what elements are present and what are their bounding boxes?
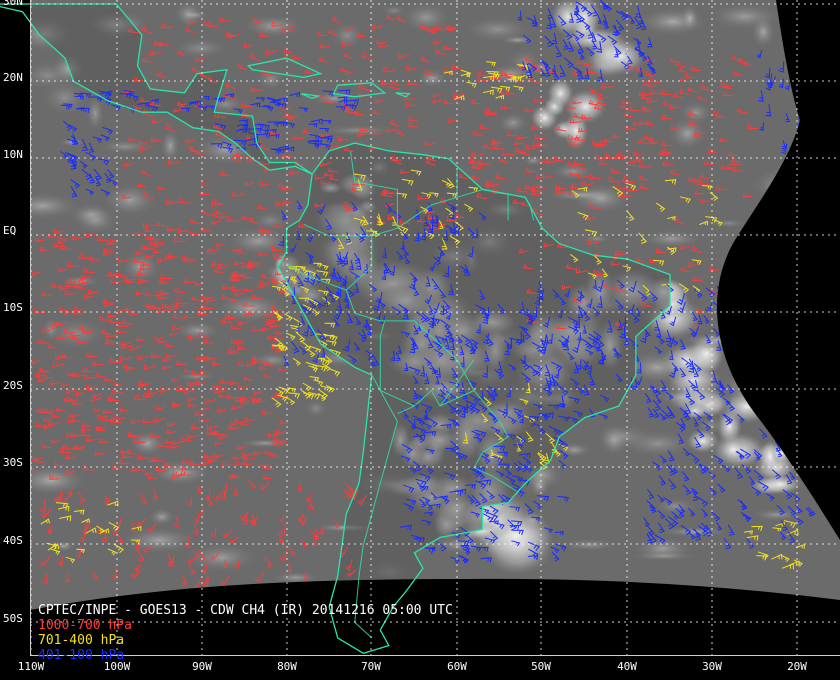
legend-entry-low: 1000-700 hPa [38, 618, 132, 633]
lat-label-eq: EQ [3, 224, 17, 237]
legend-entry-mid: 701-400 hPa [38, 633, 125, 648]
lon-label-40w: 40W [617, 660, 637, 673]
legend-entry-high: 401-100 hPa [38, 648, 125, 663]
lon-label-20w: 20W [787, 660, 807, 673]
legend: CPTEC/INPE - GOES13 - CDW CH4 (IR) 20141… [38, 603, 453, 663]
lat-label-20n: 20N [3, 71, 23, 84]
lat-label-10n: 10N [3, 148, 23, 161]
lon-label-30w: 30W [702, 660, 722, 673]
lon-label-50w: 50W [531, 660, 551, 673]
lat-label-30s: 30S [3, 456, 23, 469]
lat-label-20s: 20S [3, 379, 23, 392]
lat-label-10s: 10S [3, 301, 23, 314]
satellite-wind-map [0, 0, 840, 680]
lat-label-50s: 50S [3, 612, 23, 625]
product-title: CPTEC/INPE - GOES13 - CDW CH4 (IR) 20141… [38, 603, 453, 618]
lat-label-30n: 30N [3, 0, 23, 8]
lat-label-40s: 40S [3, 534, 23, 547]
